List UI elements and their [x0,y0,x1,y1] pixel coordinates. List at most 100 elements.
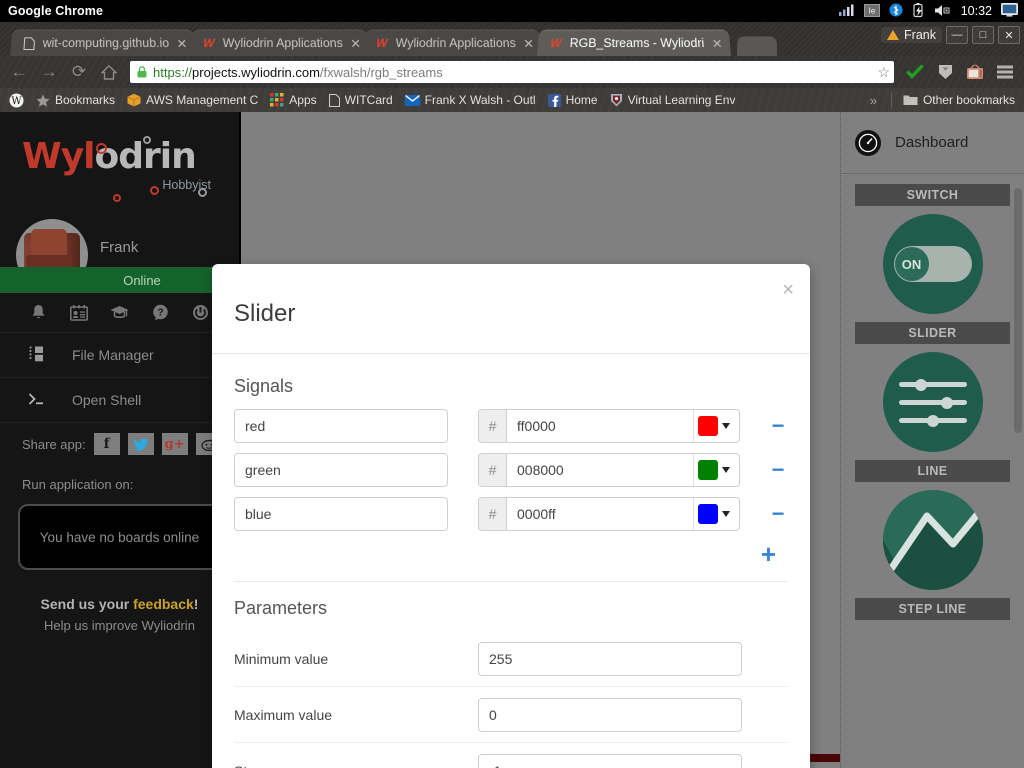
page-icon [328,93,340,107]
bookmark-other-bookmarks[interactable]: Other bookmarks [898,92,1020,108]
remove-signal-button[interactable]: − [770,459,786,481]
bookmark-wikipedia[interactable]: W [4,92,29,109]
palette-item-line[interactable] [841,482,1024,598]
wyliodrin-logo-area: Wylodrin Hobbyist [0,112,239,217]
browser-tab-title: wit-computing.github.io [42,36,170,51]
dashboard-header[interactable]: Dashboard [841,112,1024,174]
bluetooth-icon[interactable] [889,3,903,19]
browser-tab-0[interactable]: wit-computing.github.io ✕ [10,29,196,56]
sidebar-icon-row: ? [0,293,239,333]
feedback-link[interactable]: feedback [133,596,194,612]
wyliodrin-logo[interactable]: Wylodrin [22,136,197,177]
os-app-title: Google Chrome [8,4,104,18]
signal-row: red # ff0000 − [234,409,788,443]
graduation-cap-icon[interactable] [99,305,140,320]
checkmark-extension-icon[interactable] [902,59,928,85]
feedback-sub: Help us improve Wyliodrin [44,618,195,633]
tab-close-icon[interactable]: ✕ [522,36,537,51]
signal-name-input[interactable]: green [234,453,448,487]
page-icon [20,36,37,50]
sidebar-item-open-shell[interactable]: Open Shell [0,378,239,423]
color-picker-button[interactable] [693,498,739,530]
address-bar[interactable]: https://projects.wyliodrin.com/fxwalsh/r… [130,61,894,83]
logo-subtitle: Hobbyist [162,178,211,192]
modal-header: × Slider [212,264,810,354]
display-icon[interactable] [1001,3,1018,19]
slider-track-row [898,414,967,427]
signal-hex-input[interactable]: ff0000 [507,410,693,442]
parameter-row: Step -1 [234,743,788,768]
bookmark-apps[interactable]: Apps [265,92,321,108]
browser-tab-1[interactable]: W Wyliodrin Applications ✕ [189,29,370,56]
gauge-icon [855,129,881,156]
bookmarks-overflow-icon[interactable]: » [862,93,885,108]
twitter-icon[interactable] [127,433,154,455]
volume-icon[interactable] [934,4,952,19]
tab-close-icon[interactable]: ✕ [175,36,190,51]
minimize-button[interactable]: — [946,26,968,44]
browser-tab-3[interactable]: W RGB_Streams - Wyliodri ✕ [536,29,731,56]
bookmark-bookmarks[interactable]: Bookmarks [31,92,120,108]
forward-icon[interactable]: → [36,59,62,85]
signal-name-input[interactable]: red [234,409,448,443]
facebook-icon[interactable]: f [93,433,120,455]
chrome-menu-icon[interactable] [992,59,1018,85]
close-button[interactable]: ✕ [998,26,1020,44]
back-icon[interactable]: ← [6,59,32,85]
url-scheme: https [153,64,182,80]
browser-tab-2[interactable]: W Wyliodrin Applications ✕ [363,29,543,56]
toggle-pill: ON [893,246,972,282]
palette-scrollbar[interactable] [1014,188,1022,433]
tv-extension-icon[interactable] [962,59,988,85]
maximize-button[interactable]: □ [972,26,994,44]
minimum-value-input[interactable]: 255 [478,641,742,676]
remove-signal-button[interactable]: − [770,415,786,437]
color-picker-button[interactable] [693,410,739,442]
maximum-value-input[interactable]: 0 [478,697,742,732]
bookmark-star-icon[interactable]: ☆ [877,64,890,81]
battery-charging-icon[interactable] [912,2,925,20]
google-plus-icon[interactable]: g+ [161,433,188,455]
bookmark-home[interactable]: Home [543,92,603,108]
chrome-profile-button[interactable]: Frank [881,27,942,43]
signal-bars-icon[interactable] [838,4,855,18]
tab-close-icon[interactable]: ✕ [710,36,725,51]
add-signal-button[interactable]: + [761,541,776,567]
bell-icon[interactable] [18,304,59,321]
bookmark-outlook[interactable]: Frank X Walsh - Outl [400,92,541,108]
palette-item-switch[interactable]: ON [841,206,1024,322]
feedback-block[interactable]: Send us your feedback! Help us improve W… [0,596,239,633]
signal-hex-input[interactable]: 008000 [507,454,693,486]
tab-close-icon[interactable]: ✕ [348,36,363,51]
help-icon[interactable]: ? [140,304,181,321]
sidebar-item-label: File Manager [72,347,154,363]
palette-item-label-step-line: STEP LINE [855,598,1010,620]
new-tab-button[interactable] [736,36,777,56]
palette-item-slider[interactable] [841,344,1024,460]
bookmark-vle[interactable]: Virtual Learning Env [605,92,741,108]
contact-card-icon[interactable] [59,304,100,321]
signal-row: green # 008000 − [234,453,788,487]
terminal-icon [28,392,46,409]
mail-icon [404,94,420,106]
user-profile: Frank Online [0,217,240,293]
reload-icon[interactable]: ⟳ [66,59,92,85]
bookmark-witcard[interactable]: WITCard [324,92,398,108]
sidebar-item-file-manager[interactable]: File Manager [0,333,239,378]
color-picker-button[interactable] [693,454,739,486]
widget-palette-list[interactable]: SWITCH ON SLIDER LINE STEP LINE [841,174,1024,768]
close-icon[interactable]: × [782,280,794,300]
palette-item-label-switch: SWITCH [855,184,1010,206]
shield-extension-icon[interactable] [932,59,958,85]
svg-text:W: W [11,96,22,107]
remove-signal-button[interactable]: − [770,503,786,525]
chevron-down-icon [721,423,730,429]
signal-hex-input[interactable]: 0000ff [507,498,693,530]
signal-name-input[interactable]: blue [234,497,448,531]
input-method-icon[interactable]: Ie [863,3,880,19]
toggle-knob: ON [894,247,929,281]
home-icon[interactable] [96,59,122,85]
step-input[interactable]: -1 [478,753,742,768]
bookmark-aws[interactable]: AWS Management C [122,92,263,108]
hash-prefix: # [479,498,507,530]
